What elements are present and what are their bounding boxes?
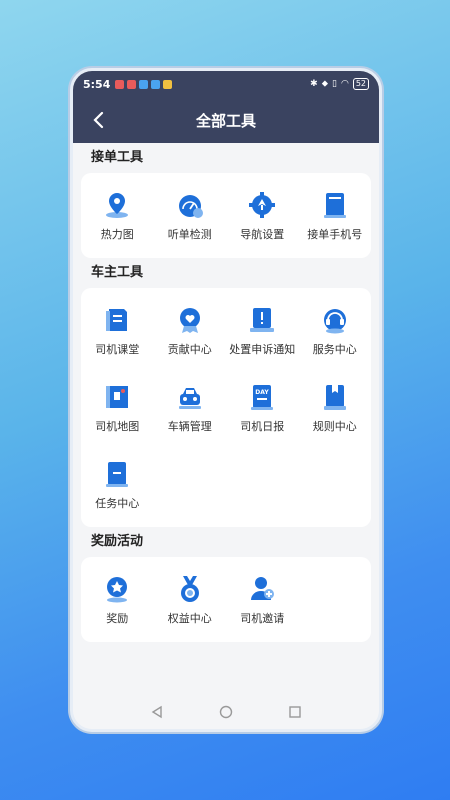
- status-bar: 5:54 ✱ ⬥ ▯ ◠ 52: [73, 71, 379, 97]
- tool-item[interactable]: 车辆管理: [154, 369, 227, 446]
- course-book-icon: [106, 308, 128, 331]
- notification-icon: [151, 79, 161, 89]
- rules-book-icon: [323, 384, 346, 410]
- tool-label: 服务中心: [312, 342, 357, 356]
- tool-item[interactable]: 司机邀请: [226, 561, 299, 638]
- invite-user-icon: [251, 576, 275, 600]
- tool-item[interactable]: 导航设置: [226, 177, 299, 254]
- tool-label: 车辆管理: [167, 419, 212, 433]
- heart-medal-icon: [179, 307, 200, 333]
- tools-card: 司机课堂 贡献中心 处置申诉通知 服务中心司机地图 车辆管理 DAY 司机日报 规则中心任务中…: [81, 288, 371, 527]
- headset-icon: [323, 308, 346, 333]
- tool-item[interactable]: 听单检测: [154, 177, 227, 254]
- vibrate-icon: ▯: [332, 79, 337, 89]
- nav-recents-icon[interactable]: [288, 705, 302, 719]
- tool-label: 导航设置: [240, 227, 285, 241]
- tools-card: 奖励 权益中心 司机邀请: [81, 557, 371, 642]
- location-icon: ⬥: [321, 79, 328, 89]
- section-title: 接单工具: [91, 150, 144, 165]
- tool-label: 贡献中心: [167, 342, 212, 356]
- title-bar: 全部工具: [73, 97, 379, 143]
- star-badge-icon: [107, 576, 128, 602]
- tool-label: 热力图: [100, 227, 134, 241]
- chevron-left-icon: [93, 111, 104, 129]
- nav-back-icon[interactable]: [150, 705, 164, 719]
- page-title: 全部工具: [195, 111, 256, 130]
- tool-label: 司机地图: [95, 419, 140, 433]
- navigation-gear-icon: [249, 191, 276, 218]
- tools-content: 接单工具热力图 听单检测 导航设置 接单手机号车主工具司机课堂 贡献中心 处置申诉通知 服务…: [73, 143, 379, 642]
- tool-item[interactable]: 司机课堂: [81, 292, 154, 369]
- tool-item[interactable]: 服务中心: [299, 292, 372, 369]
- tool-item[interactable]: 热力图: [81, 177, 154, 254]
- tool-item[interactable]: DAY 司机日报: [226, 369, 299, 446]
- tool-label: 司机邀请: [240, 611, 285, 625]
- map-pin-icon: [106, 192, 129, 218]
- tool-label: 司机课堂: [95, 342, 140, 356]
- tool-item[interactable]: 贡献中心: [154, 292, 227, 369]
- alert-notice-icon: [250, 307, 275, 332]
- status-right: ✱ ⬥ ▯ ◠ 52: [310, 78, 369, 90]
- tool-label: 权益中心: [167, 611, 212, 625]
- tool-label: 任务中心: [95, 496, 140, 510]
- status-time: 5:54: [83, 77, 111, 91]
- section-title: 奖励活动: [91, 534, 144, 549]
- medal-icon: [180, 575, 199, 602]
- tool-label: 司机日报: [240, 419, 285, 433]
- tools-card: 热力图 听单检测 导航设置 接单手机号: [81, 173, 371, 258]
- tool-label: 听单检测: [167, 227, 212, 241]
- tool-item[interactable]: 任务中心: [81, 446, 154, 523]
- tool-label: 处置申诉通知: [229, 342, 296, 356]
- wifi-icon: ◠: [340, 79, 349, 89]
- tool-label: 规则中心: [312, 419, 357, 433]
- notification-icon: [139, 79, 149, 89]
- tool-item[interactable]: 奖励: [81, 561, 154, 638]
- header: 5:54 ✱ ⬥ ▯ ◠ 52 全部工具: [73, 71, 379, 143]
- tool-item[interactable]: 规则中心: [299, 369, 372, 446]
- car-icon: [178, 387, 201, 409]
- notification-icon: [163, 79, 173, 89]
- phone-screen: 5:54 ✱ ⬥ ▯ ◠ 52 全部工具 接单工具热力图 听单检测 导航设置 接单手机…: [70, 68, 382, 732]
- phone-book-icon: [323, 192, 346, 218]
- tool-label: 奖励: [106, 611, 129, 625]
- notification-icon: [127, 79, 137, 89]
- battery-icon: 52: [352, 78, 369, 90]
- bluetooth-icon: ✱: [310, 79, 318, 89]
- back-button[interactable]: [87, 109, 109, 131]
- svg-text:DAY: DAY: [256, 389, 270, 396]
- task-icon: [106, 461, 129, 487]
- section-title: 车主工具: [91, 265, 144, 280]
- tool-item[interactable]: 司机地图: [81, 369, 154, 446]
- system-navbar: [73, 695, 379, 729]
- map-icon: [106, 385, 129, 408]
- tool-item[interactable]: 处置申诉通知: [226, 292, 299, 369]
- tool-label: 接单手机号: [307, 227, 363, 241]
- notification-icon: [115, 79, 125, 89]
- tool-item[interactable]: 权益中心: [154, 561, 227, 638]
- daily-report-icon: DAY: [251, 384, 274, 410]
- tool-item[interactable]: 接单手机号: [299, 177, 372, 254]
- nav-home-icon[interactable]: [219, 705, 233, 719]
- gauge-icon: [178, 194, 203, 218]
